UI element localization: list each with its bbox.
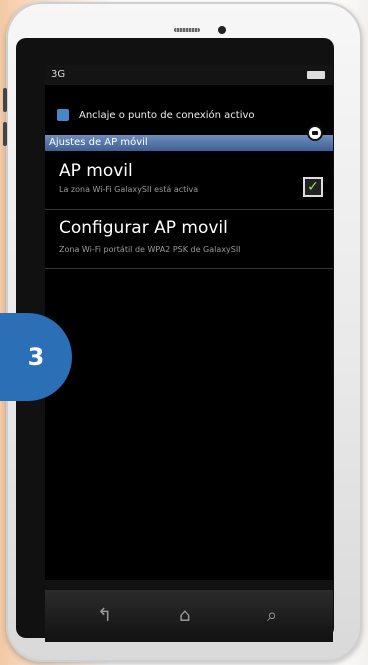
home-icon[interactable]: ⌂: [179, 605, 190, 626]
settings-item-title: Configurar AP movil: [59, 218, 228, 238]
back-icon[interactable]: ↰: [97, 605, 112, 626]
settings-item-configurar-ap[interactable]: Configurar AP movil Zona Wi-Fi portátil …: [45, 210, 333, 269]
search-icon[interactable]: ⌕: [267, 605, 277, 626]
usb-tether-icon: [57, 109, 69, 121]
tethering-notification[interactable]: Anclaje o punto de conexión activo: [45, 105, 333, 127]
notification-text: Anclaje o punto de conexión activo: [79, 110, 255, 121]
battery-icon: [307, 71, 325, 79]
network-indicator: 3G: [51, 69, 66, 80]
speaker-grill: [174, 28, 200, 32]
camera-icon: [307, 125, 323, 141]
side-button[interactable]: [3, 122, 7, 146]
front-camera: [218, 26, 226, 34]
side-button[interactable]: [3, 88, 7, 112]
screen: 3G Anclaje o punto de conexión activo Aj…: [45, 65, 333, 580]
navigation-bar: ↰ ⌂ ⌕: [45, 590, 333, 642]
settings-item-subtitle: Zona Wi-Fi portátil de WPA2 PSK de Galax…: [59, 245, 241, 254]
settings-item-ap-movil[interactable]: AP movil La zona Wi-Fi GalaxySII está ac…: [45, 151, 333, 210]
status-bar: 3G: [45, 65, 333, 85]
checkbox-icon[interactable]: ✓: [303, 177, 323, 197]
section-header: Ajustes de AP móvil: [45, 135, 333, 151]
settings-item-subtitle: La zona Wi-Fi GalaxySII está activa: [59, 185, 199, 194]
settings-item-title: AP movil: [59, 161, 133, 181]
